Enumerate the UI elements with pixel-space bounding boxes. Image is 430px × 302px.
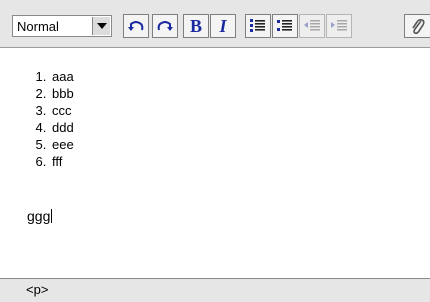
undo-button[interactable] — [123, 14, 149, 38]
outdent-button[interactable] — [299, 14, 325, 38]
rich-text-editor: Normal B I 1. aaa 2. bbb 3. ccc 4. ddd 5… — [0, 0, 430, 302]
list-item: eee — [50, 136, 74, 153]
list-item: ddd — [50, 119, 74, 136]
redo-button[interactable] — [152, 14, 178, 38]
bulleted-list-button[interactable] — [272, 14, 298, 38]
chevron-down-icon[interactable] — [92, 17, 110, 35]
indent-icon — [331, 20, 347, 31]
bold-button[interactable]: B — [183, 14, 209, 38]
bold-label: B — [189, 16, 202, 36]
list-item: fff — [50, 153, 74, 170]
status-bar: <p> — [0, 279, 430, 302]
indent-button[interactable] — [326, 14, 352, 38]
paragraph: ggg — [27, 208, 53, 224]
list-item: bbb — [50, 85, 74, 102]
numbered-list: aaa bbb ccc ddd eee fff — [26, 68, 74, 170]
italic-button[interactable]: I — [210, 14, 236, 38]
list-item: ccc — [50, 102, 74, 119]
toolbar: Normal B I — [0, 0, 430, 48]
numbered-list-icon — [250, 19, 265, 32]
editor-content-area[interactable]: aaa bbb ccc ddd eee fff ggg — [0, 48, 430, 279]
element-path[interactable]: <p> — [26, 282, 48, 297]
format-select-value: Normal — [17, 19, 59, 34]
list-item: aaa — [50, 68, 74, 85]
paperclip-icon — [411, 18, 425, 35]
text-caret — [51, 209, 53, 223]
bulleted-list-icon — [277, 20, 292, 31]
attach-button[interactable] — [404, 14, 430, 38]
format-select[interactable]: Normal — [12, 15, 112, 37]
paragraph-text: ggg — [27, 208, 51, 224]
numbered-list-button[interactable] — [245, 14, 271, 38]
italic-label: I — [219, 16, 227, 36]
redo-icon — [157, 21, 173, 31]
outdent-icon — [304, 20, 320, 31]
undo-icon — [128, 21, 144, 31]
